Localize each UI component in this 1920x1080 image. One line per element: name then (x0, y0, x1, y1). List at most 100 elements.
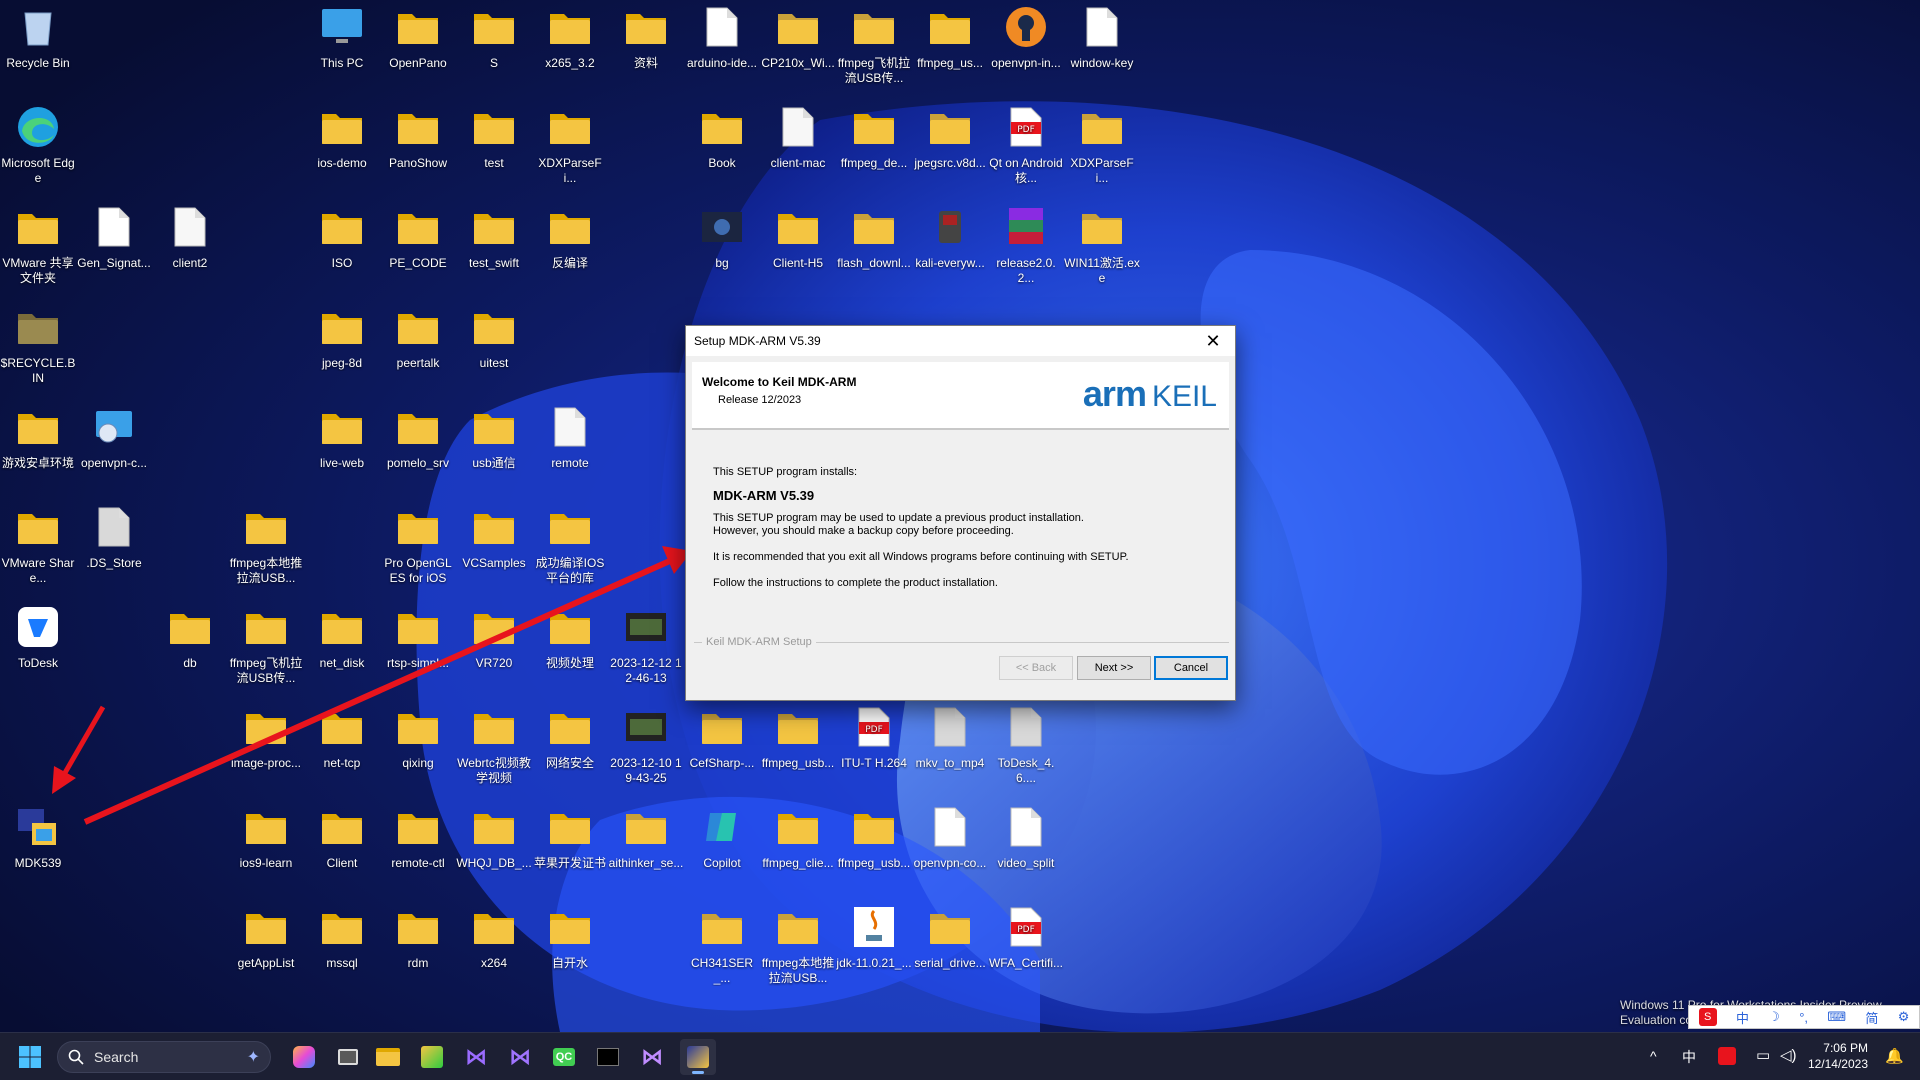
desktop-icon[interactable]: ffmpeg飞机拉流USB传... (228, 600, 304, 700)
desktop-icon[interactable]: Microsoft Edge (0, 100, 76, 200)
desktop-icon[interactable]: test (456, 100, 532, 200)
ime-item[interactable]: °, (1799, 1010, 1808, 1025)
desktop-icon[interactable]: PDF ITU-T H.264 (836, 700, 912, 800)
desktop-icon[interactable]: XDXParseFi... (1064, 100, 1140, 200)
tray-sogou-icon[interactable] (1718, 1047, 1736, 1065)
desktop-icon[interactable]: XDXParseFi... (532, 100, 608, 200)
desktop-icon[interactable]: 自开水 (532, 900, 608, 1000)
desktop-icon[interactable]: ffmpeg_usb... (836, 800, 912, 900)
desktop-icon[interactable]: $RECYCLE.BIN (0, 300, 76, 400)
tray-ime-indicator[interactable]: 中 (1682, 1047, 1696, 1067)
ime-toolbar[interactable]: S 中 ☽ °, ⌨ 简 ⚙ (1688, 1005, 1920, 1029)
desktop-icon[interactable]: 2023-12-12 12-46-13 (608, 600, 684, 700)
desktop-icon[interactable]: ffmpeg_usb... (760, 700, 836, 800)
desktop-icon[interactable]: image-proc... (228, 700, 304, 800)
app-gallery-icon[interactable] (414, 1039, 450, 1075)
desktop-icon[interactable]: jdk-11.0.21_... (836, 900, 912, 1000)
ime-item[interactable]: ☽ (1768, 1009, 1780, 1025)
desktop-icon[interactable]: video_split (988, 800, 1064, 900)
desktop-icon[interactable]: OpenPano (380, 0, 456, 100)
desktop-icon[interactable]: remote-ctl (380, 800, 456, 900)
taskbar-search-box[interactable]: Search ✦ (57, 1041, 271, 1073)
desktop-icon[interactable]: ffmpeg_de... (836, 100, 912, 200)
start-button[interactable] (12, 1039, 48, 1075)
desktop-icon[interactable]: pomelo_srv (380, 400, 456, 500)
desktop-icon[interactable]: ffmpeg飞机拉流USB传... (836, 0, 912, 100)
desktop-icon[interactable]: CefSharp-... (684, 700, 760, 800)
desktop-icon[interactable]: net_disk (304, 600, 380, 700)
desktop-icon[interactable]: PDF WFA_Certifi... (988, 900, 1064, 1000)
desktop-icon[interactable]: 2023-12-10 19-43-25 (608, 700, 684, 800)
ime-item[interactable]: ⌨ (1827, 1009, 1846, 1025)
desktop-icon[interactable]: VR720 (456, 600, 532, 700)
close-icon[interactable]: ✕ (1201, 331, 1225, 352)
ime-item[interactable]: 中 (1736, 1008, 1749, 1027)
desktop-icon[interactable]: openvpn-c... (76, 400, 152, 500)
desktop-icon[interactable]: mkv_to_mp4 (912, 700, 988, 800)
desktop-icon[interactable]: remote (532, 400, 608, 500)
desktop-icon[interactable]: rdm (380, 900, 456, 1000)
desktop-icon[interactable]: aithinker_se... (608, 800, 684, 900)
desktop-icon[interactable]: 成功编译IOS平台的库 (532, 500, 608, 600)
desktop-icon[interactable]: Pro OpenGL ES for iOS (380, 500, 456, 600)
desktop-icon[interactable]: ffmpeg本地推拉流USB... (760, 900, 836, 1000)
desktop-icon[interactable]: 反编译 (532, 200, 608, 300)
desktop-icon[interactable]: 网络安全 (532, 700, 608, 800)
visual-studio-code-icon[interactable]: ⋈ (458, 1039, 494, 1075)
desktop-icon[interactable]: peertalk (380, 300, 456, 400)
desktop-icon[interactable]: 视频处理 (532, 600, 608, 700)
desktop-icon[interactable]: ios9-learn (228, 800, 304, 900)
desktop-icon[interactable]: ffmpeg本地推拉流USB... (228, 500, 304, 600)
desktop-icon[interactable]: release2.0.2... (988, 200, 1064, 300)
mdk-setup-taskbar-icon[interactable] (680, 1039, 716, 1075)
desktop-icon[interactable]: serial_drive... (912, 900, 988, 1000)
visual-studio-icon[interactable]: ⋈ (502, 1039, 538, 1075)
desktop-icon[interactable]: mssql (304, 900, 380, 1000)
desktop-icon[interactable]: WHQJ_DB_... (456, 800, 532, 900)
ime-logo-icon[interactable]: S (1698, 1008, 1717, 1026)
desktop-icon[interactable]: 资料 (608, 0, 684, 100)
desktop-icon[interactable]: Recycle Bin (0, 0, 76, 100)
desktop-icon[interactable]: ios-demo (304, 100, 380, 200)
file-explorer-icon[interactable] (370, 1039, 406, 1075)
cancel-button[interactable]: Cancel (1154, 656, 1228, 680)
desktop-icon[interactable]: Gen_Signat... (76, 200, 152, 300)
desktop-icon[interactable]: This PC (304, 0, 380, 100)
desktop-icon[interactable]: openvpn-co... (912, 800, 988, 900)
desktop-icon[interactable]: usb通信 (456, 400, 532, 500)
desktop-icon[interactable]: Client (304, 800, 380, 900)
ime-item[interactable]: ⚙ (1898, 1009, 1910, 1025)
task-view-icon[interactable] (330, 1039, 366, 1075)
desktop-icon[interactable]: Copilot (684, 800, 760, 900)
desktop-icon[interactable]: uitest (456, 300, 532, 400)
desktop-icon[interactable]: live-web (304, 400, 380, 500)
show-hidden-icons-chevron-icon[interactable]: ^ (1650, 1048, 1657, 1064)
desktop-icon[interactable]: Client-H5 (760, 200, 836, 300)
visual-studio-preview-icon[interactable]: ⋈ (634, 1039, 670, 1075)
next-button[interactable]: Next >> (1077, 656, 1151, 680)
desktop-icon[interactable]: VCSamples (456, 500, 532, 600)
desktop-icon[interactable]: arduino-ide... (684, 0, 760, 100)
desktop-icon[interactable]: VMware 共享文件夹 (0, 200, 76, 300)
desktop-icon[interactable]: ToDesk (0, 600, 76, 700)
desktop-icon[interactable]: VMware Share... (0, 500, 76, 600)
back-button[interactable]: << Back (999, 656, 1073, 680)
desktop-icon[interactable]: CH341SER_... (684, 900, 760, 1000)
ime-item[interactable]: 简 (1865, 1008, 1878, 1027)
desktop-icon[interactable]: .DS_Store (76, 500, 152, 600)
desktop-icon[interactable]: ffmpeg_clie... (760, 800, 836, 900)
desktop-icon[interactable]: rtsp-simpl... (380, 600, 456, 700)
desktop-icon[interactable]: PE_CODE (380, 200, 456, 300)
desktop-icon[interactable]: qixing (380, 700, 456, 800)
desktop-icon[interactable]: 苹果开发证书 (532, 800, 608, 900)
terminal-icon[interactable] (590, 1039, 626, 1075)
desktop-icon[interactable]: MDK539 (0, 800, 76, 900)
desktop-icon[interactable]: ToDesk_4.6.... (988, 700, 1064, 800)
desktop-icon[interactable]: Webrtc视频教学视频 (456, 700, 532, 800)
network-icon[interactable]: ▭ (1756, 1046, 1770, 1064)
desktop-icon[interactable]: jpeg-8d (304, 300, 380, 400)
desktop-icon[interactable]: WIN11激活.exe (1064, 200, 1140, 300)
desktop-icon[interactable]: x264 (456, 900, 532, 1000)
desktop-icon[interactable]: ISO (304, 200, 380, 300)
qt-creator-icon[interactable]: QC (546, 1039, 582, 1075)
